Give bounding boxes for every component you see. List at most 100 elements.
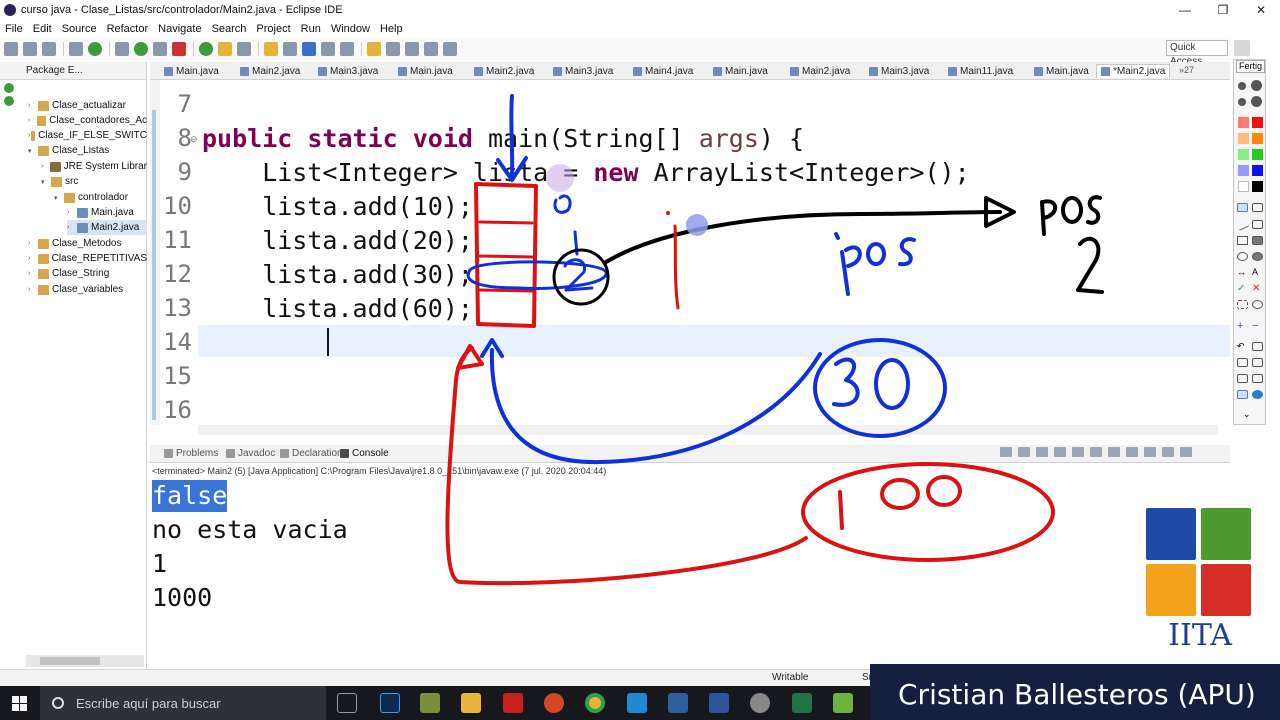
menu-search[interactable]: Search — [207, 23, 252, 35]
expand-arrow-down-icon[interactable]: ▾ — [54, 194, 64, 202]
mark-occurrences-icon[interactable] — [302, 42, 316, 56]
acrobat-icon[interactable] — [503, 693, 523, 713]
tree-item[interactable]: › Clase_actualizar — [28, 98, 147, 113]
editor-tab[interactable]: Main.java — [164, 64, 219, 78]
clear-console-icon[interactable] — [1054, 447, 1066, 457]
run-last-icon[interactable] — [88, 42, 102, 56]
file-explorer-icon[interactable] — [461, 693, 481, 713]
tree-item[interactable]: ▾ src — [41, 174, 147, 189]
new-class-icon[interactable] — [237, 42, 251, 56]
text-tool-icon[interactable]: A — [1252, 268, 1263, 277]
new-java-project-icon[interactable] — [199, 42, 213, 56]
menu-project[interactable]: Project — [251, 23, 295, 35]
color-green[interactable] — [1252, 149, 1263, 160]
tree-item[interactable]: › Clase_REPETITIVAS — [28, 251, 147, 266]
coverage-icon[interactable] — [153, 42, 167, 56]
new-page-icon[interactable] — [1237, 358, 1248, 367]
rectangle-tool-icon[interactable] — [1237, 236, 1248, 245]
panel-tab-declaration[interactable]: Declaration — [280, 448, 343, 459]
save-all-icon[interactable] — [42, 42, 56, 56]
editor-tab[interactable]: Main3.java — [869, 64, 929, 78]
tree-item[interactable]: ▾ Clase_Listas — [28, 143, 147, 158]
expand-arrow-right-icon[interactable]: › — [28, 117, 37, 124]
save-icon[interactable] — [23, 42, 37, 56]
last-edit-icon[interactable] — [405, 42, 419, 56]
tree-item[interactable]: › JRE System Librar — [41, 159, 147, 174]
color-blue[interactable] — [1252, 165, 1263, 176]
forward-icon[interactable] — [443, 42, 457, 56]
menu-refactor[interactable]: Refactor — [102, 23, 154, 35]
zoom-in-icon[interactable]: + — [1237, 321, 1248, 332]
vscode-icon[interactable] — [627, 693, 647, 713]
menu-window[interactable]: Window — [326, 23, 375, 35]
check-icon[interactable]: ✓ — [1237, 284, 1248, 294]
console-output[interactable]: false no esta vacia 1 1000 — [150, 478, 1230, 668]
copy-icon[interactable] — [1252, 358, 1263, 367]
tabs-overflow[interactable]: »27 — [1179, 65, 1194, 75]
editor-tab[interactable]: Main.java — [1034, 64, 1089, 78]
tree-item[interactable]: › Clase_Metodos — [28, 236, 147, 251]
expand-arrow-right-icon[interactable]: › — [41, 163, 50, 170]
eraser-tool-icon[interactable] — [1252, 203, 1263, 212]
color-white[interactable] — [1238, 181, 1249, 192]
trash-icon[interactable] — [1252, 342, 1263, 351]
new-icon[interactable] — [4, 42, 18, 56]
editor-tab[interactable]: *Main2.java — [1096, 64, 1171, 78]
show-whitespace-icon[interactable] — [321, 42, 335, 56]
expand-arrow-right-icon[interactable]: › — [28, 240, 38, 247]
fold-toggle-icon[interactable]: ⊖ — [190, 134, 198, 145]
remove-all-icon[interactable] — [1036, 447, 1048, 457]
zoom-out-icon[interactable]: − — [1252, 321, 1263, 332]
notepad-icon[interactable] — [420, 693, 440, 713]
save-drawing-icon[interactable] — [1252, 374, 1263, 383]
task-view-icon[interactable] — [337, 693, 357, 713]
menu-navigate[interactable]: Navigate — [153, 23, 206, 35]
ellipse-tool-icon[interactable] — [1237, 252, 1248, 261]
display-console-icon[interactable] — [1126, 447, 1138, 457]
tree-item[interactable]: › Main2.java — [67, 220, 147, 235]
color-orange[interactable] — [1252, 133, 1263, 144]
search-icon[interactable] — [283, 42, 297, 56]
panel-tab-javadoc[interactable]: Javadoc — [226, 448, 275, 459]
pen-large-icon[interactable] — [1251, 96, 1262, 107]
cross-icon[interactable]: ✕ — [1252, 284, 1263, 294]
tree-item[interactable]: › Clase_variables — [28, 282, 147, 297]
scrollbar-thumb[interactable] — [40, 657, 100, 665]
select-tool-icon[interactable] — [1237, 300, 1248, 309]
expand-arrow-down-icon[interactable]: ▾ — [41, 178, 51, 186]
color-black[interactable] — [1252, 181, 1263, 192]
new-package-icon[interactable] — [218, 42, 232, 56]
panel-tab-problems[interactable]: Problems — [164, 448, 218, 459]
perspective-icon[interactable] — [1234, 40, 1250, 56]
panel-tab-console[interactable]: Console — [340, 448, 389, 459]
zoom-tool-icon[interactable] — [1252, 300, 1263, 309]
expand-arrow-right-icon[interactable]: › — [28, 102, 38, 109]
color-light-orange[interactable] — [1238, 133, 1249, 144]
package-explorer-tab[interactable]: Package E... — [0, 62, 146, 80]
highlighter-tool-icon[interactable] — [1252, 220, 1263, 229]
color-light-green[interactable] — [1238, 149, 1249, 160]
screen-icon[interactable] — [1237, 390, 1248, 399]
pen-size-icon[interactable] — [1238, 98, 1246, 106]
network-app-icon[interactable] — [668, 693, 688, 713]
open-console-icon[interactable] — [1144, 447, 1156, 457]
editor-tab[interactable]: Main11.java — [948, 64, 1013, 78]
chevron-down-icon[interactable]: ⌄ — [1243, 410, 1254, 419]
editor-tab[interactable]: Main4.java — [633, 64, 693, 78]
previous-annotation-icon[interactable] — [386, 42, 400, 56]
editor-tab[interactable]: Main2.java — [474, 64, 534, 78]
maximize-button[interactable]: ❐ — [1204, 0, 1242, 20]
menu-help[interactable]: Help — [375, 23, 408, 35]
menu-source[interactable]: Source — [57, 23, 102, 35]
filled-rectangle-tool-icon[interactable] — [1252, 236, 1263, 245]
minimize-button[interactable]: — — [1166, 0, 1204, 20]
word-icon[interactable] — [709, 693, 729, 713]
tree-item[interactable]: ▾ controlador — [54, 190, 147, 205]
menu-file[interactable]: File — [0, 23, 28, 35]
tree-scrollbar[interactable] — [26, 655, 144, 667]
run-icon[interactable] — [134, 42, 148, 56]
freehand-tool-icon[interactable] — [1237, 203, 1248, 212]
pen-medium-icon[interactable] — [1251, 80, 1262, 91]
editor-tab[interactable]: Main2.java — [790, 64, 850, 78]
menu-edit[interactable]: Edit — [28, 23, 57, 35]
